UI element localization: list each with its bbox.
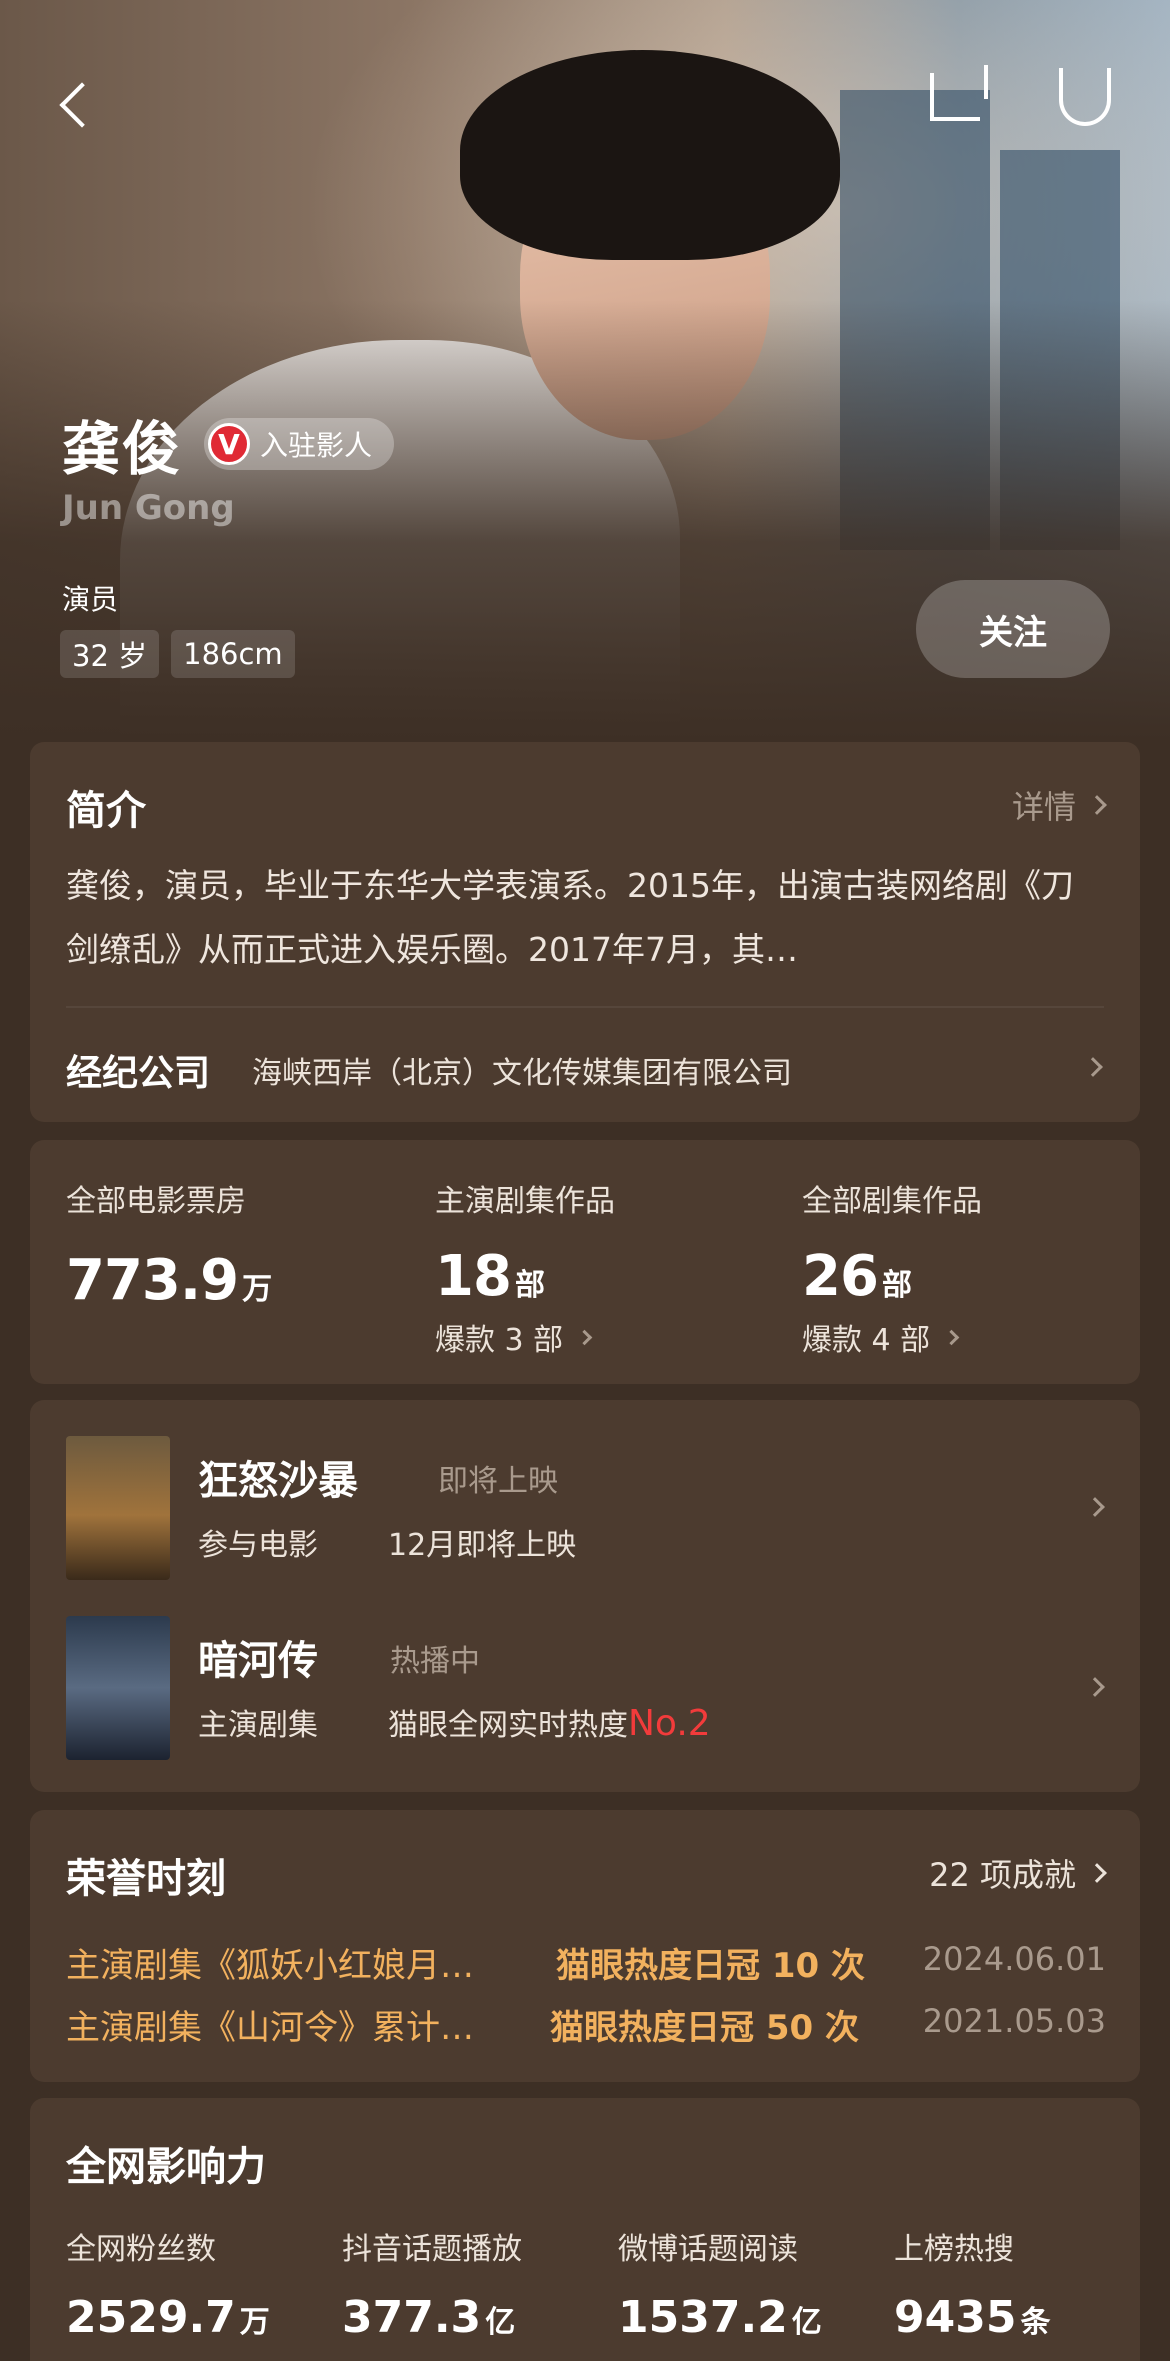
favorite-icon[interactable] <box>1050 62 1120 132</box>
stat-unit: 万 <box>242 1272 272 1307</box>
rank-badge: No.2 <box>628 1703 711 1744</box>
influence-title: 全网影响力 <box>66 2144 266 2190</box>
work-category: 参与电影 <box>198 1528 318 1563</box>
verified-label: 入驻影人 <box>260 429 373 462</box>
work-item[interactable]: 狂怒沙暴 即将上映 参与电影 12月即将上映 <box>66 1436 1106 1580</box>
honor-count: 22 项成就 <box>929 1856 1076 1894</box>
influence-value: 9435 <box>894 2292 1017 2343</box>
age-tag: 32 岁 <box>60 630 160 678</box>
honor-row[interactable]: 主演剧集《山河令》累计… 猫眼热度日冠 50 次 2021.05.03 <box>66 2000 1106 2050</box>
work-poster <box>66 1616 170 1760</box>
influence-label: 全网粉丝数 <box>66 2232 216 2267</box>
chevron-right-icon <box>1085 1497 1105 1517</box>
influence-item[interactable]: 微博话题阅读 1537.2 亿 <box>618 2224 822 2343</box>
intro-more-label: 详情 <box>1011 788 1076 826</box>
honor-more-link[interactable]: 22 项成就 <box>929 1850 1107 1896</box>
honor-badge: 猫眼热度日冠 10 次 <box>556 1946 865 1986</box>
honor-date: 2024.06.01 <box>922 1940 1106 1978</box>
works-card: 狂怒沙暴 即将上映 参与电影 12月即将上映 暗河传 热播中 主演剧集 猫眼全网… <box>30 1400 1140 1792</box>
work-title: 狂怒沙暴 <box>198 1458 358 1504</box>
intro-title: 简介 <box>66 788 146 834</box>
influence-item[interactable]: 抖音话题播放 377.3 亿 <box>342 2224 522 2343</box>
honor-text: 主演剧集《山河令》累计… <box>66 2008 474 2048</box>
verified-icon: V <box>208 423 251 465</box>
intro-bio[interactable]: 龚俊，演员，毕业于东华大学表演系。2015年，出演古装网络剧《刀剑缭乱》从而正式… <box>66 854 1106 982</box>
follow-button[interactable]: 关注 <box>916 580 1110 678</box>
stat-value: 26 <box>802 1244 879 1309</box>
honor-title: 荣誉时刻 <box>66 1856 226 1902</box>
actor-role: 演员 <box>62 583 119 616</box>
chevron-right-icon <box>576 1329 593 1345</box>
stat-lead-dramas[interactable]: 主演剧集作品 18 部 爆款 3 部 <box>435 1176 615 1359</box>
name-row: 龚俊 V 入驻影人 <box>62 402 395 486</box>
influence-item[interactable]: 全网粉丝数 2529.7 万 <box>66 2224 270 2343</box>
stats-card: 全部电影票房 773.9 万 主演剧集作品 18 部 爆款 3 部 全部剧集作品 2… <box>30 1140 1140 1384</box>
actor-name: 龚俊 <box>62 415 183 483</box>
work-detail: 猫眼全网实时热度 <box>388 1708 628 1743</box>
back-icon[interactable] <box>40 70 110 140</box>
stat-sub: 爆款 4 部 <box>802 1323 931 1358</box>
agency-label: 经纪公司 <box>66 1053 211 1094</box>
honor-badge: 猫眼热度日冠 50 次 <box>550 2008 859 2048</box>
chevron-right-icon[interactable] <box>1083 1057 1103 1077</box>
stat-value: 18 <box>435 1244 512 1309</box>
influence-label: 上榜热搜 <box>894 2232 1014 2267</box>
divider <box>66 1006 1104 1008</box>
intro-more-link[interactable]: 详情 <box>1011 782 1107 828</box>
influence-value: 1537.2 <box>618 2292 788 2343</box>
intro-card: 简介 详情 龚俊，演员，毕业于东华大学表演系。2015年，出演古装网络剧《刀剑缭… <box>30 742 1140 1122</box>
influence-card: 全网影响力 全网粉丝数 2529.7 万 抖音话题播放 377.3 亿 微博话题阅读… <box>30 2098 1140 2361</box>
influence-unit: 万 <box>239 2305 270 2340</box>
work-detail: 12月即将上映 <box>388 1528 577 1563</box>
verified-badge[interactable]: V 入驻影人 <box>204 418 395 470</box>
work-title: 暗河传 <box>198 1638 318 1684</box>
share-icon[interactable] <box>920 62 990 132</box>
stat-label: 全部电影票房 <box>66 1184 246 1219</box>
chevron-right-icon <box>1085 1677 1105 1697</box>
influence-unit: 亿 <box>791 2305 822 2340</box>
height-tag: 186cm <box>171 630 295 678</box>
stat-value: 773.9 <box>66 1248 239 1313</box>
work-item[interactable]: 暗河传 热播中 主演剧集 猫眼全网实时热度No.2 <box>66 1616 1106 1760</box>
stat-all-dramas[interactable]: 全部剧集作品 26 部 爆款 4 部 <box>802 1176 982 1359</box>
agency-value[interactable]: 海峡西岸（北京）文化传媒集团有限公司 <box>252 1048 792 1092</box>
influence-value: 377.3 <box>342 2292 482 2343</box>
honor-text: 主演剧集《狐妖小红娘月… <box>66 1946 474 1986</box>
work-poster <box>66 1436 170 1580</box>
chevron-right-icon <box>1087 1863 1107 1883</box>
stat-box-office[interactable]: 全部电影票房 773.9 万 <box>66 1176 272 1313</box>
influence-unit: 条 <box>1020 2305 1051 2340</box>
influence-label: 微博话题阅读 <box>618 2232 798 2267</box>
chevron-right-icon <box>1087 795 1107 815</box>
influence-item[interactable]: 上榜热搜 9435 条 <box>894 2224 1050 2343</box>
work-status: 热播中 <box>390 1644 480 1679</box>
influence-unit: 亿 <box>485 2305 516 2340</box>
english-name: Jun Gong <box>62 488 235 528</box>
influence-label: 抖音话题播放 <box>342 2232 522 2267</box>
stat-unit: 部 <box>514 1268 545 1303</box>
stat-label: 全部剧集作品 <box>802 1184 982 1219</box>
stat-unit: 部 <box>881 1268 912 1303</box>
actor-photo-hair <box>460 50 840 260</box>
stat-label: 主演剧集作品 <box>435 1184 615 1219</box>
profile-tags: 32 岁 186cm <box>60 630 295 678</box>
work-status: 即将上映 <box>438 1464 558 1499</box>
chevron-right-icon <box>943 1329 960 1345</box>
work-category: 主演剧集 <box>198 1708 318 1743</box>
stat-sub: 爆款 3 部 <box>435 1323 564 1358</box>
influence-value: 2529.7 <box>66 2292 236 2343</box>
honor-date: 2021.05.03 <box>922 2002 1106 2040</box>
honor-card: 荣誉时刻 22 项成就 主演剧集《狐妖小红娘月… 猫眼热度日冠 10 次 202… <box>30 1810 1140 2082</box>
honor-row[interactable]: 主演剧集《狐妖小红娘月… 猫眼热度日冠 10 次 2024.06.01 <box>66 1938 1106 1988</box>
